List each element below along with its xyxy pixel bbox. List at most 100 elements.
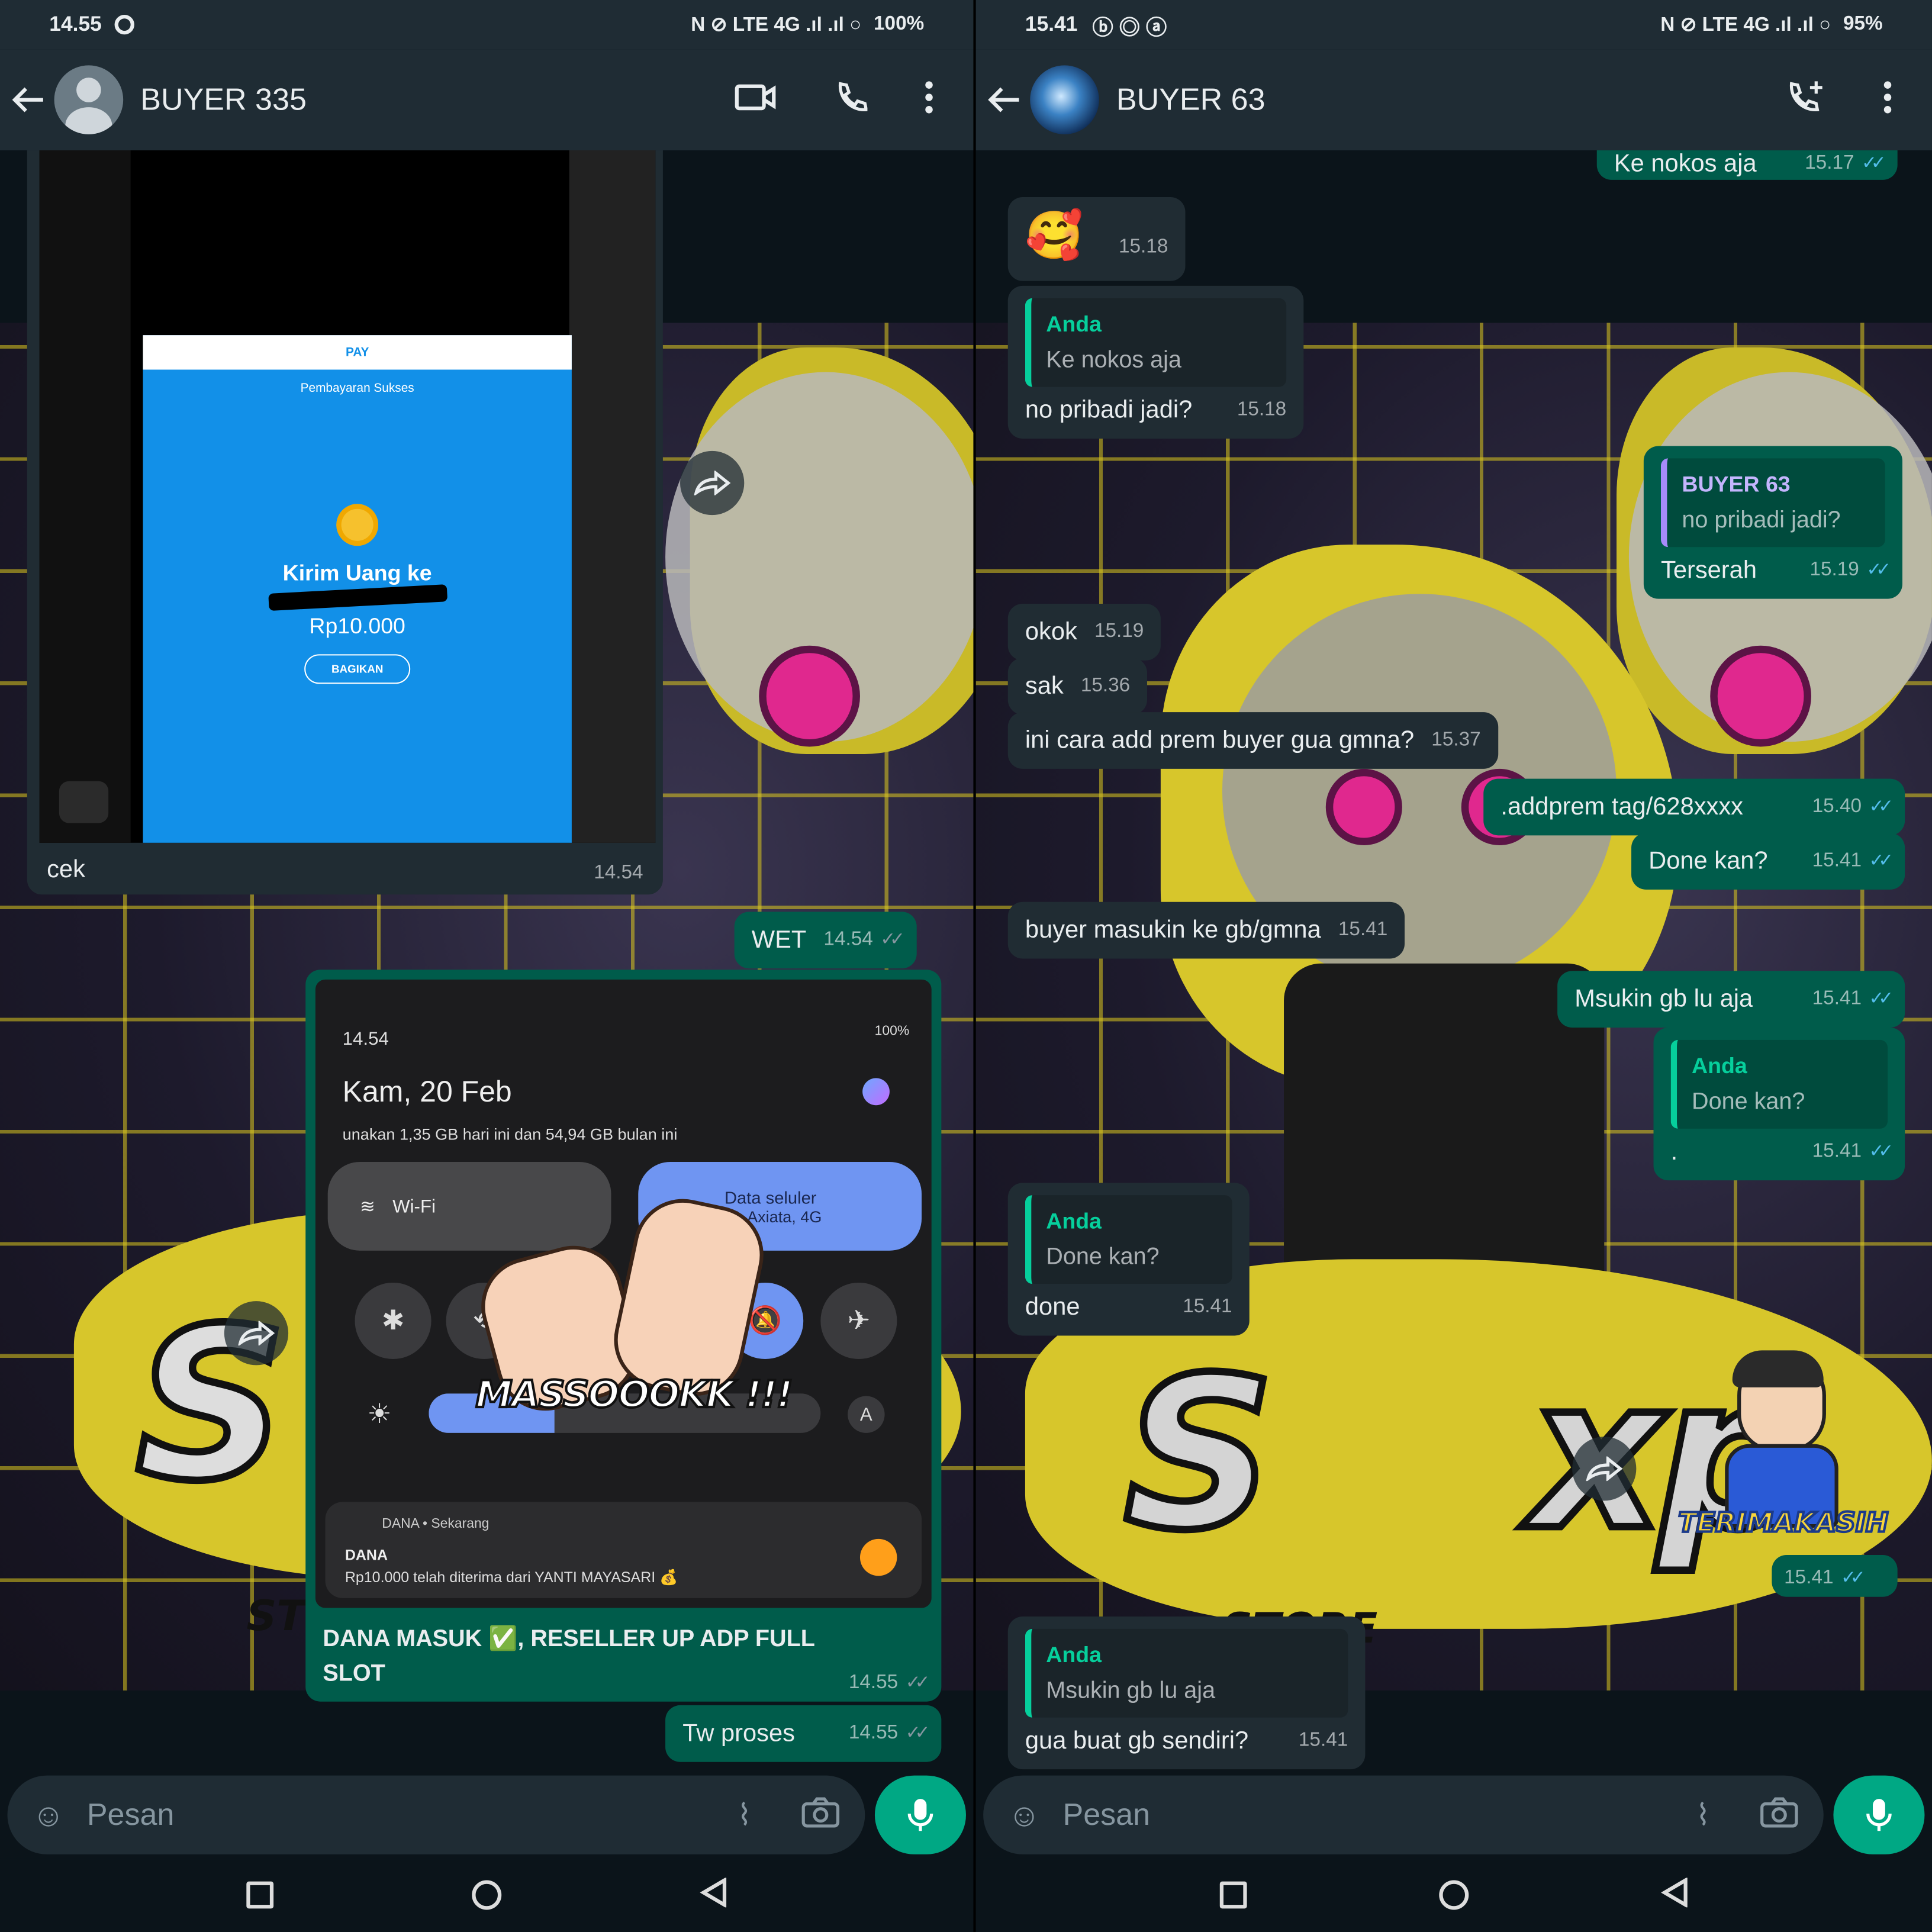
message-time: 15.40 (1812, 796, 1862, 817)
message-emoji[interactable]: 🥰 15.18 (1007, 197, 1186, 281)
add-call-icon[interactable] (1786, 78, 1826, 121)
message-buyer-gb[interactable]: buyer masukin ke gb/gmna 15.41 (1007, 901, 1405, 959)
status-app-icon (114, 14, 134, 35)
forward-icon[interactable] (1572, 1437, 1637, 1501)
read-ticks-icon: ✓✓ (1866, 559, 1891, 581)
message-msukin-gb[interactable]: Msukin gb lu aja 15.41 ✓✓ (1557, 971, 1905, 1028)
message-reply-no-pribadi[interactable]: Anda Ke nokos aja no pribadi jadi? 15.18 (1007, 285, 1304, 439)
hand-sticker-right (604, 1190, 773, 1405)
message-addprem[interactable]: .addprem tag/628xxxx 15.40 ✓✓ (1483, 778, 1905, 836)
dana-title: Kirim Uang ke (282, 561, 432, 585)
back-nav-icon[interactable] (1661, 1876, 1688, 1912)
recents-icon[interactable] (1219, 1881, 1247, 1909)
home-icon[interactable] (1439, 1880, 1469, 1910)
message-reply-dot[interactable]: Anda Done kan? . 15.41 ✓✓ (1653, 1028, 1905, 1181)
contact-name[interactable]: BUYER 63 (1116, 82, 1266, 117)
payment-screenshot[interactable]: PAY Pembayaran Sukses Kirim Uang ke Rp10… (39, 150, 656, 843)
status-indicators: N ⊘ LTE 4G .ıl .ıl ○ 100% (691, 12, 924, 37)
quoted-message[interactable]: Anda Msukin gb lu aja (1025, 1628, 1348, 1718)
dana-notif-icon (859, 1538, 897, 1576)
back-arrow-icon[interactable] (986, 81, 1022, 118)
status-app-icons: ⓑ ◎ ⓐ (1092, 15, 1167, 39)
sticker-text: TERIMAKASIH (1677, 1507, 1889, 1540)
message-text: Msukin gb lu aja (1574, 986, 1753, 1013)
sticker-hair (1732, 1350, 1824, 1387)
message-sak[interactable]: sak 15.36 (1007, 658, 1148, 715)
quoted-message[interactable]: BUYER 63 no pribadi jadi? (1660, 458, 1885, 548)
message-tw-proses[interactable]: Tw proses 14.55 ✓✓ (665, 1705, 942, 1762)
home-icon[interactable] (472, 1880, 502, 1910)
message-text: WET (751, 926, 807, 954)
message-text: .addprem tag/628xxxx (1500, 793, 1744, 821)
attach-icon[interactable]: ⌇ (737, 1797, 751, 1833)
mic-button[interactable] (874, 1775, 966, 1854)
sticker-text: MASSOOOKK !!! (474, 1373, 794, 1418)
read-ticks-icon: ✓✓ (1869, 988, 1894, 1009)
message-text: sak (1025, 672, 1064, 700)
sticker-icon[interactable]: ☺ (1008, 1796, 1041, 1834)
image-message[interactable]: PAY Pembayaran Sukses Kirim Uang ke Rp10… (27, 150, 663, 895)
attach-icon[interactable]: ⌇ (1696, 1797, 1710, 1833)
composer: ☺ Pesan ⌇ (975, 1772, 1932, 1859)
quoted-message[interactable]: Anda Done kan? (1670, 1039, 1888, 1129)
message-text: done (1025, 1293, 1080, 1321)
back-arrow-icon[interactable] (10, 81, 47, 118)
message-reply-terserah[interactable]: BUYER 63 no pribadi jadi? Terserah 15.19 ✓✓ (1643, 446, 1902, 599)
message-time: 15.41 (1812, 850, 1862, 871)
message-partial[interactable]: Ke nokos aja 15.17 ✓✓ (1596, 150, 1898, 180)
sticker-time-pill: 15.41 ✓✓ (1772, 1554, 1898, 1597)
chat-area[interactable]: S STORE PAY Pembayaran Sukses Kirim Uang… (0, 150, 974, 1772)
read-ticks-icon: ✓✓ (1869, 796, 1894, 817)
message-time: 15.41 (1812, 1141, 1862, 1162)
camera-icon[interactable] (801, 1796, 841, 1834)
message-time: 14.55 (848, 1672, 899, 1693)
voice-call-icon[interactable] (833, 79, 868, 120)
quick-settings-image-message[interactable]: 14.54 100% Kam, 20 Feb unakan 1,35 GB ha… (305, 970, 942, 1702)
message-text: okok (1025, 618, 1077, 646)
sticker-icon[interactable]: ☺ (32, 1796, 65, 1834)
forward-icon[interactable] (680, 450, 745, 516)
avatar[interactable] (54, 65, 124, 134)
quick-settings-screenshot[interactable]: 14.54 100% Kam, 20 Feb unakan 1,35 GB ha… (315, 979, 932, 1608)
chat-area[interactable]: S xp STORE Ke nokos aja15.17✓✓ 🥰15.18 An… (975, 150, 1932, 1772)
qs-theme-icon (862, 1078, 890, 1106)
coin-icon (336, 504, 379, 546)
read-ticks-icon: ✓✓ (1862, 153, 1886, 174)
status-time: 15.41 (1025, 12, 1078, 36)
signal-icon: N ⊘ LTE 4G .ıl .ıl ○ (691, 14, 862, 36)
mic-button[interactable] (1833, 1775, 1925, 1854)
message-time: 15.17 (1805, 153, 1854, 174)
message-text: gua buat gb sendiri? (1025, 1727, 1249, 1755)
camera-icon[interactable] (1760, 1796, 1799, 1834)
dana-status: Pembayaran Sukses (300, 382, 414, 396)
message-done-kan[interactable]: Done kan? 15.41 ✓✓ (1631, 833, 1905, 890)
message-time: 14.54 (823, 929, 873, 950)
quoted-message[interactable]: Anda Done kan? (1025, 1195, 1232, 1284)
more-options-icon[interactable] (924, 79, 934, 120)
image-caption: cek (47, 856, 85, 884)
message-wet[interactable]: WET 14.54 ✓✓ (734, 912, 916, 969)
chat-header: BUYER 63 (975, 49, 1932, 150)
message-cara-add-prem[interactable]: ini cara add prem buyer gua gmna? 15.37 (1007, 712, 1498, 769)
more-options-icon[interactable] (1883, 79, 1893, 120)
status-bar: 15.41 ⓑ ◎ ⓐ N ⊘ LTE 4G .ıl .ıl ○ 95% (975, 0, 1932, 50)
back-nav-icon[interactable] (699, 1876, 727, 1912)
battery-level: 100% (874, 13, 925, 35)
wifi-icon: ≋ (359, 1196, 376, 1218)
message-okok[interactable]: okok 15.19 (1007, 603, 1161, 661)
contact-name[interactable]: BUYER 335 (140, 82, 307, 117)
avatar[interactable] (1030, 65, 1099, 134)
message-reply-gua-buat-gb[interactable]: Anda Msukin gb lu aja gua buat gb sendiri… (1007, 1617, 1366, 1770)
message-time: 15.19 (1094, 621, 1144, 642)
system-nav-bar (975, 1858, 1932, 1932)
message-time: 15.18 (1237, 399, 1287, 420)
quoted-message[interactable]: Anda Ke nokos aja (1025, 298, 1287, 387)
message-reply-done[interactable]: Anda Done kan? done 15.41 (1007, 1183, 1250, 1336)
recents-icon[interactable] (247, 1881, 274, 1909)
message-text: ini cara add prem buyer gua gmna? (1025, 727, 1415, 754)
forward-icon[interactable] (224, 1301, 289, 1366)
message-input[interactable]: ☺ Pesan ⌇ (983, 1775, 1824, 1854)
message-input[interactable]: ☺ Pesan ⌇ (7, 1775, 865, 1854)
video-call-icon[interactable] (735, 82, 777, 117)
status-bar: 14.55 N ⊘ LTE 4G .ıl .ıl ○ 100% (0, 0, 974, 50)
